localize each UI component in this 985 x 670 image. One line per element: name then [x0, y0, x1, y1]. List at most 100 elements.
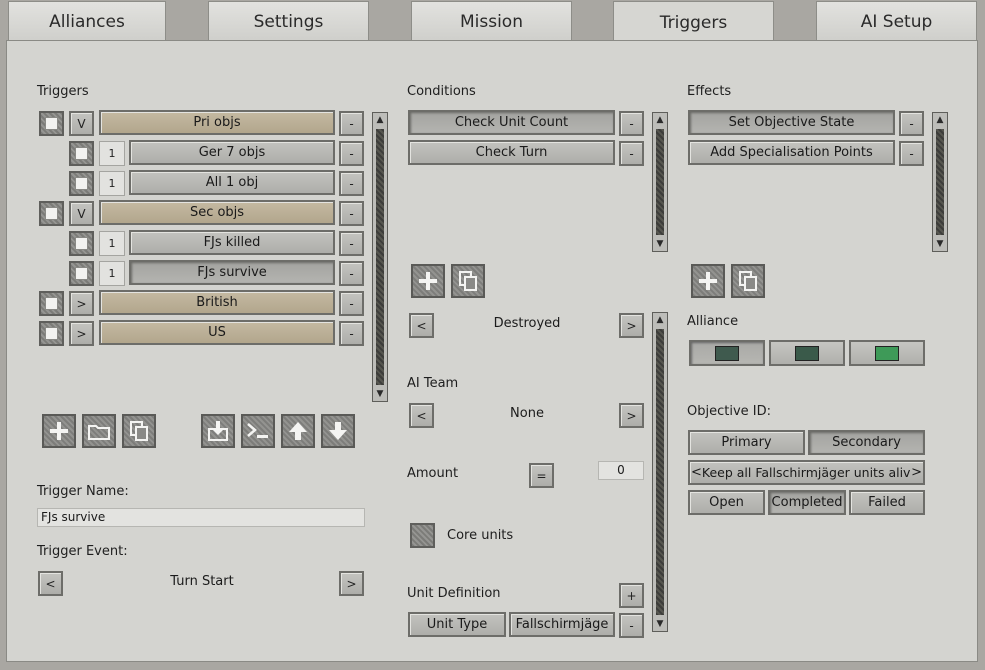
triggers-scrollbar[interactable]: ▲ ▼ — [372, 112, 388, 402]
add-folder-button[interactable] — [82, 414, 116, 448]
trigger-expand-toggle[interactable]: > — [69, 321, 94, 346]
trigger-item[interactable]: Pri objs — [99, 110, 335, 135]
alliance-3-button[interactable] — [849, 340, 925, 366]
trigger-checkbox[interactable] — [69, 231, 94, 256]
trigger-item[interactable]: FJs killed — [129, 230, 335, 255]
tab-settings[interactable]: Settings — [208, 1, 369, 41]
tab-triggers[interactable]: Triggers — [613, 1, 774, 43]
remove-trigger-button[interactable]: - — [339, 171, 364, 196]
scroll-down-icon[interactable]: ▼ — [933, 237, 947, 251]
trigger-checkbox[interactable] — [39, 111, 64, 136]
condition-details-scrollbar[interactable]: ▲ ▼ — [652, 312, 668, 632]
state-prev-button[interactable]: < — [409, 313, 434, 338]
remove-effect-button[interactable]: - — [899, 141, 924, 166]
effects-scrollbar[interactable]: ▲ ▼ — [932, 112, 948, 252]
tab-mission[interactable]: Mission — [411, 1, 572, 41]
trigger-checkbox[interactable] — [69, 171, 94, 196]
add-unit-definition-button[interactable]: + — [619, 583, 644, 608]
objective-prev-arrow[interactable]: < — [691, 465, 702, 480]
core-units-checkbox[interactable] — [410, 523, 435, 548]
remove-trigger-button[interactable]: - — [339, 321, 364, 346]
trigger-checkbox[interactable] — [39, 321, 64, 346]
remove-unit-definition-button[interactable]: - — [619, 613, 644, 638]
trigger-index: 1 — [99, 261, 125, 286]
condition-item[interactable]: Check Turn — [408, 140, 615, 165]
plus-icon — [50, 422, 68, 440]
scroll-track[interactable] — [656, 329, 664, 615]
amount-operator-button[interactable]: = — [529, 463, 554, 488]
trigger-item-selected[interactable]: FJs survive — [129, 260, 335, 285]
add-condition-button[interactable] — [411, 264, 445, 298]
conditions-scrollbar[interactable]: ▲ ▼ — [652, 112, 668, 252]
trigger-checkbox[interactable] — [39, 201, 64, 226]
scroll-up-icon[interactable]: ▲ — [373, 113, 387, 127]
tab-label: Triggers — [659, 12, 728, 33]
scroll-up-icon[interactable]: ▲ — [933, 113, 947, 127]
remove-trigger-button[interactable]: - — [339, 201, 364, 226]
remove-condition-button[interactable]: - — [619, 111, 644, 136]
trigger-item[interactable]: Sec objs — [99, 200, 335, 225]
alliance-2-button[interactable] — [769, 340, 845, 366]
failed-state-button[interactable]: Failed — [849, 490, 925, 515]
alliance-1-button[interactable] — [689, 340, 765, 366]
copy-effect-button[interactable] — [731, 264, 765, 298]
trigger-item[interactable]: British — [99, 290, 335, 315]
trigger-event-prev-button[interactable]: < — [38, 571, 63, 596]
trigger-name-input[interactable]: FJs survive — [37, 508, 365, 527]
trigger-checkbox[interactable] — [39, 291, 64, 316]
secondary-button[interactable]: Secondary — [808, 430, 925, 455]
state-next-button[interactable]: > — [619, 313, 644, 338]
console-button[interactable] — [241, 414, 275, 448]
remove-trigger-button[interactable]: - — [339, 111, 364, 136]
trigger-event-next-button[interactable]: > — [339, 571, 364, 596]
copy-condition-button[interactable] — [451, 264, 485, 298]
tab-label: Settings — [253, 11, 324, 32]
trigger-checkbox[interactable] — [69, 141, 94, 166]
scroll-up-icon[interactable]: ▲ — [653, 313, 667, 327]
scroll-down-icon[interactable]: ▼ — [373, 387, 387, 401]
trigger-expand-toggle[interactable]: > — [69, 291, 94, 316]
ai-team-prev-button[interactable]: < — [409, 403, 434, 428]
remove-condition-button[interactable]: - — [619, 141, 644, 166]
amount-input[interactable]: 0 — [598, 461, 644, 480]
remove-trigger-button[interactable]: - — [339, 141, 364, 166]
unit-type-button[interactable]: Unit Type — [408, 612, 506, 637]
remove-trigger-button[interactable]: - — [339, 261, 364, 286]
copy-trigger-button[interactable] — [122, 414, 156, 448]
trigger-expand-toggle[interactable]: V — [69, 111, 94, 136]
add-trigger-button[interactable] — [42, 414, 76, 448]
objective-selector[interactable]: < Keep all Fallschirmjäger units alive > — [688, 460, 925, 485]
move-up-button[interactable] — [281, 414, 315, 448]
effect-item-selected[interactable]: Set Objective State — [688, 110, 895, 135]
ai-team-value: None — [510, 406, 544, 421]
trigger-expand-toggle[interactable]: V — [69, 201, 94, 226]
primary-button[interactable]: Primary — [688, 430, 805, 455]
scroll-down-icon[interactable]: ▼ — [653, 237, 667, 251]
scroll-track[interactable] — [656, 129, 664, 235]
remove-trigger-button[interactable]: - — [339, 231, 364, 256]
objective-next-arrow[interactable]: > — [911, 465, 922, 480]
trigger-item[interactable]: Ger 7 objs — [129, 140, 335, 165]
effect-item[interactable]: Add Specialisation Points — [688, 140, 895, 165]
condition-item-selected[interactable]: Check Unit Count — [408, 110, 615, 135]
open-state-button[interactable]: Open — [688, 490, 765, 515]
effects-header: Effects — [687, 84, 732, 99]
scroll-down-icon[interactable]: ▼ — [653, 617, 667, 631]
tab-alliances[interactable]: Alliances — [8, 1, 166, 41]
remove-effect-button[interactable]: - — [899, 111, 924, 136]
trigger-item[interactable]: All 1 obj — [129, 170, 335, 195]
tab-ai-setup[interactable]: AI Setup — [816, 1, 977, 41]
trigger-checkbox[interactable] — [69, 261, 94, 286]
trigger-name-label: Trigger Name: — [37, 484, 129, 499]
ai-team-next-button[interactable]: > — [619, 403, 644, 428]
import-button[interactable] — [201, 414, 235, 448]
move-down-button[interactable] — [321, 414, 355, 448]
scroll-track[interactable] — [936, 129, 944, 235]
add-effect-button[interactable] — [691, 264, 725, 298]
scroll-track[interactable] — [376, 129, 384, 385]
completed-state-button[interactable]: Completed — [768, 490, 846, 515]
remove-trigger-button[interactable]: - — [339, 291, 364, 316]
unit-type-value-button[interactable]: Fallschirmjäge — [509, 612, 615, 637]
trigger-item[interactable]: US — [99, 320, 335, 345]
scroll-up-icon[interactable]: ▲ — [653, 113, 667, 127]
